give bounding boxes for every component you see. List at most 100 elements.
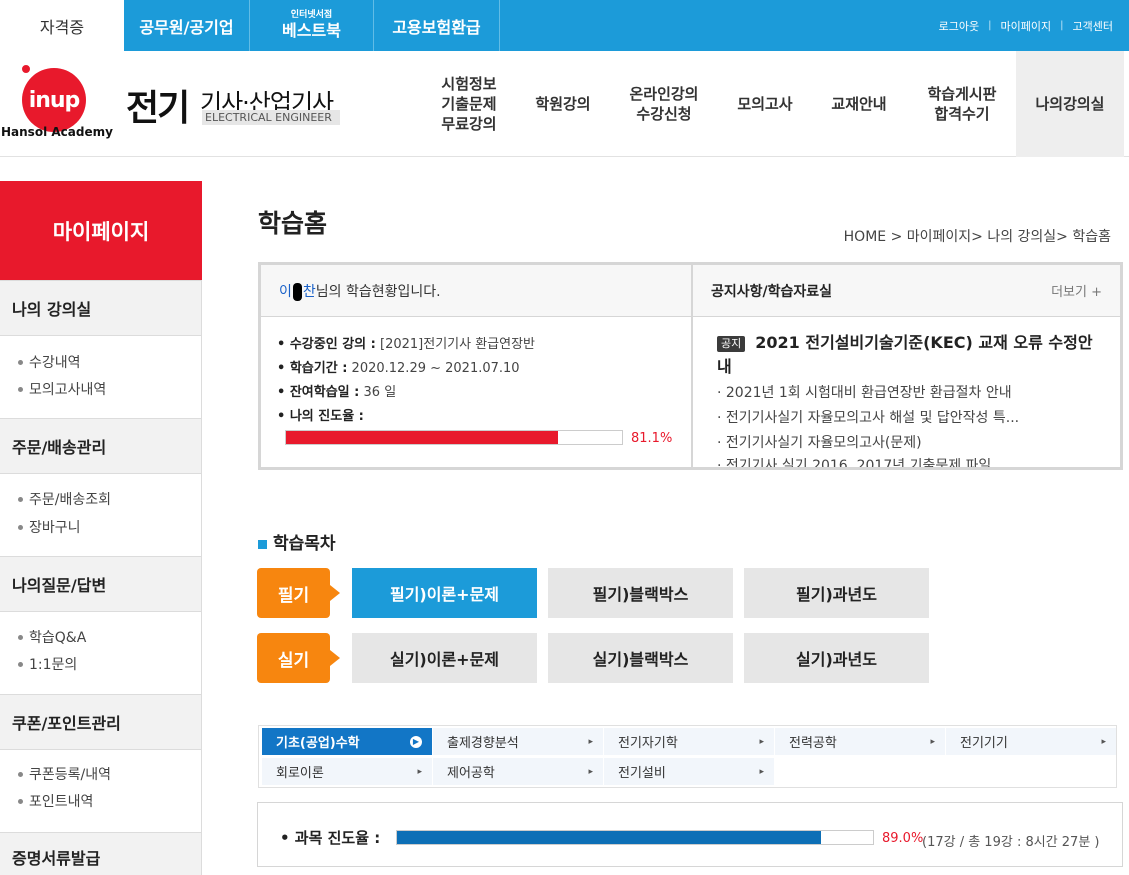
- page-title: 학습홈: [258, 209, 328, 238]
- course-label: • 수강중인 강의 :: [277, 337, 376, 352]
- bullet-icon: [18, 661, 23, 667]
- subject-label: 전기기기: [960, 736, 1008, 751]
- subject-grid: 기초(공업)수학 ▶ 출제경향분석 ▸ 전기자기학 ▸ 전력공학 ▸ 전기기기 ▸ 회로이…: [258, 725, 1117, 788]
- sidebar-section-label: 나의질문/답변: [12, 576, 107, 595]
- logo-icon[interactable]: inup: [22, 68, 86, 132]
- logout-link[interactable]: 로그아웃: [939, 18, 979, 34]
- gnb-label: 무료강의: [441, 115, 497, 133]
- gnb-exam-info[interactable]: 시험정보 기출문제 무료강의: [420, 51, 518, 157]
- bullet-icon: [18, 359, 23, 365]
- bestbook-large-label: 베스트북: [282, 21, 341, 40]
- toc-title: 학습목차: [258, 529, 336, 554]
- sidebar-section-classroom[interactable]: 나의 강의실: [0, 280, 202, 336]
- brand-title[interactable]: 전기: [126, 79, 190, 131]
- notice-top-text: 2021 전기설비기술기준(KEC) 교재 오류 수정안내: [717, 333, 1093, 376]
- subject-label: 기초(공업)수학: [276, 736, 360, 751]
- subject-circuit-theory[interactable]: 회로이론 ▸: [262, 758, 432, 785]
- sidebar-item-label: 쿠폰등록/내역: [29, 767, 111, 783]
- toc-written-theory-button[interactable]: 필기)이론+문제: [352, 568, 537, 618]
- gnb-label: 나의강의실: [1035, 95, 1105, 113]
- tab-bestbook[interactable]: 인터넷서점 베스트북: [250, 0, 374, 51]
- sidebar-section-orders[interactable]: 주문/배송관리: [0, 418, 202, 474]
- subject-basic-math[interactable]: 기초(공업)수학 ▶: [262, 728, 432, 755]
- subject-label: 전력공학: [789, 736, 837, 751]
- breadcrumb: HOME > 마이페이지> 나의 강의실> 학습홈: [843, 229, 1111, 245]
- sidebar-body: [0, 612, 202, 694]
- logo-dot-icon: [20, 63, 32, 75]
- category-written: 필기: [257, 568, 330, 618]
- sidebar-section-qna[interactable]: 나의질문/답변: [0, 556, 202, 612]
- category-arrow-icon: [330, 585, 340, 601]
- bullet-icon: [18, 798, 23, 804]
- tab-certificate[interactable]: 자격증: [0, 0, 124, 51]
- subject-electrical-facilities[interactable]: 전기설비 ▸: [604, 758, 774, 785]
- notice-item[interactable]: · 전기기사실기 자율모의고사(문제): [717, 432, 922, 452]
- notice-item[interactable]: · 전기기사 실기 2016, 2017년 기출문제 파일: [717, 455, 991, 467]
- notice-panel: 공지사항/학습자료실 더보기 + 공지 2021 전기설비기술기준(KEC) 교재…: [693, 265, 1120, 467]
- user-name: 이찬: [279, 281, 316, 301]
- toc-practical-theory-button[interactable]: 실기)이론+문제: [352, 633, 537, 683]
- gnb-board[interactable]: 학습게시판 합격수기: [908, 51, 1016, 157]
- category-arrow-icon: [330, 650, 340, 666]
- notice-top-item[interactable]: 공지 2021 전기설비기술기준(KEC) 교재 오류 수정안내: [717, 331, 1107, 379]
- link-separator: |: [988, 20, 992, 31]
- remain-label: • 잔여학습일 :: [277, 385, 360, 400]
- subject-progress-bar: [396, 830, 874, 845]
- tab-public-service[interactable]: 공무원/공기업: [124, 0, 250, 51]
- subject-progress-box: • 과목 진도율 : 89.0% (17강 / 총 19강 : 8시간 27분 …: [257, 802, 1123, 867]
- toc-written-pastyear-button[interactable]: 필기)과년도: [744, 568, 929, 618]
- bullet-icon: [18, 524, 23, 530]
- toc-title-label: 학습목차: [273, 534, 336, 554]
- subject-trend-analysis[interactable]: 출제경향분석 ▸: [433, 728, 603, 755]
- tab-refund[interactable]: 고용보험환급: [374, 0, 500, 51]
- chevron-right-icon: ▸: [759, 736, 764, 747]
- subject-label: 전기자기학: [618, 736, 678, 751]
- bullet-icon: [18, 496, 23, 502]
- course-value: [2021]전기기사 환급연장반: [380, 337, 535, 352]
- sidebar-item-label: 학습Q&A: [29, 630, 87, 646]
- subject-electromagnetics[interactable]: 전기자기학 ▸: [604, 728, 774, 755]
- sidebar-item-study-qna[interactable]: 학습Q&A: [18, 627, 86, 647]
- sidebar-section-coupons[interactable]: 쿠폰/포인트관리: [0, 694, 202, 750]
- brand-english: ELECTRICAL ENGINEER: [202, 110, 340, 125]
- sidebar-item-order-lookup[interactable]: 주문/배송조회: [18, 489, 111, 509]
- mypage-link[interactable]: 마이페이지: [1001, 18, 1052, 34]
- gnb-books[interactable]: 교재안내: [810, 51, 908, 157]
- gnb-mock-exam[interactable]: 모의고사: [720, 51, 810, 157]
- toc-practical-pastyear-button[interactable]: 실기)과년도: [744, 633, 929, 683]
- utility-links: 로그아웃 | 마이페이지 | 고객센터: [939, 0, 1113, 51]
- sidebar-section-label: 주문/배송관리: [12, 438, 107, 457]
- my-progress-fill: [286, 431, 559, 444]
- sidebar-item-cart[interactable]: 장바구니: [18, 517, 81, 537]
- gnb-academy[interactable]: 학원강의: [518, 51, 608, 157]
- subject-electric-machines[interactable]: 전기기기 ▸: [946, 728, 1116, 755]
- user-name-last: 찬: [302, 283, 316, 300]
- toc-practical-blackbox-button[interactable]: 실기)블랙박스: [548, 633, 733, 683]
- more-link[interactable]: 더보기 +: [1051, 281, 1102, 300]
- subject-power-engineering[interactable]: 전력공학 ▸: [775, 728, 945, 755]
- sidebar-item-inquiry[interactable]: 1:1문의: [18, 654, 77, 674]
- notice-item[interactable]: · 2021년 1회 시험대비 환급연장반 환급절차 안내: [717, 382, 1012, 402]
- subject-label: 전기설비: [618, 766, 666, 781]
- customer-center-link[interactable]: 고객센터: [1073, 18, 1113, 34]
- sidebar-item-mock-history[interactable]: 모의고사내역: [18, 379, 106, 399]
- gnb-label: 수강신청: [636, 105, 692, 123]
- toc-written-blackbox-button[interactable]: 필기)블랙박스: [548, 568, 733, 618]
- sidebar-item-enrollments[interactable]: 수강내역: [18, 352, 81, 372]
- chevron-right-icon: ▸: [417, 766, 422, 777]
- subject-label: 출제경향분석: [447, 736, 519, 751]
- remain-value: 36 일: [363, 385, 397, 400]
- gnb-my-classroom[interactable]: 나의강의실: [1016, 51, 1124, 157]
- subject-control-engineering[interactable]: 제어공학 ▸: [433, 758, 603, 785]
- top-bar: 자격증 공무원/공기업 인터넷서점 베스트북 고용보험환급 로그아웃 | 마이페…: [0, 0, 1129, 51]
- notice-item[interactable]: · 전기기사실기 자율모의고사 해설 및 답안작성 특...: [717, 407, 1019, 427]
- sidebar-section-certificates[interactable]: 증명서류발급: [0, 832, 202, 875]
- progress-label: • 나의 진도율 :: [277, 409, 364, 424]
- subject-label: 제어공학: [447, 766, 495, 781]
- sidebar-item-label: 1:1문의: [29, 657, 78, 673]
- subject-progress-label: • 과목 진도율 :: [280, 829, 381, 847]
- sidebar-item-coupon-register[interactable]: 쿠폰등록/내역: [18, 764, 111, 784]
- gnb-online[interactable]: 온라인강의 수강신청: [608, 51, 720, 157]
- sidebar-item-points[interactable]: 포인트내역: [18, 791, 93, 811]
- header: inup Hansol Academy 전기 기사·산업기사 ELECTRICA…: [0, 51, 1129, 157]
